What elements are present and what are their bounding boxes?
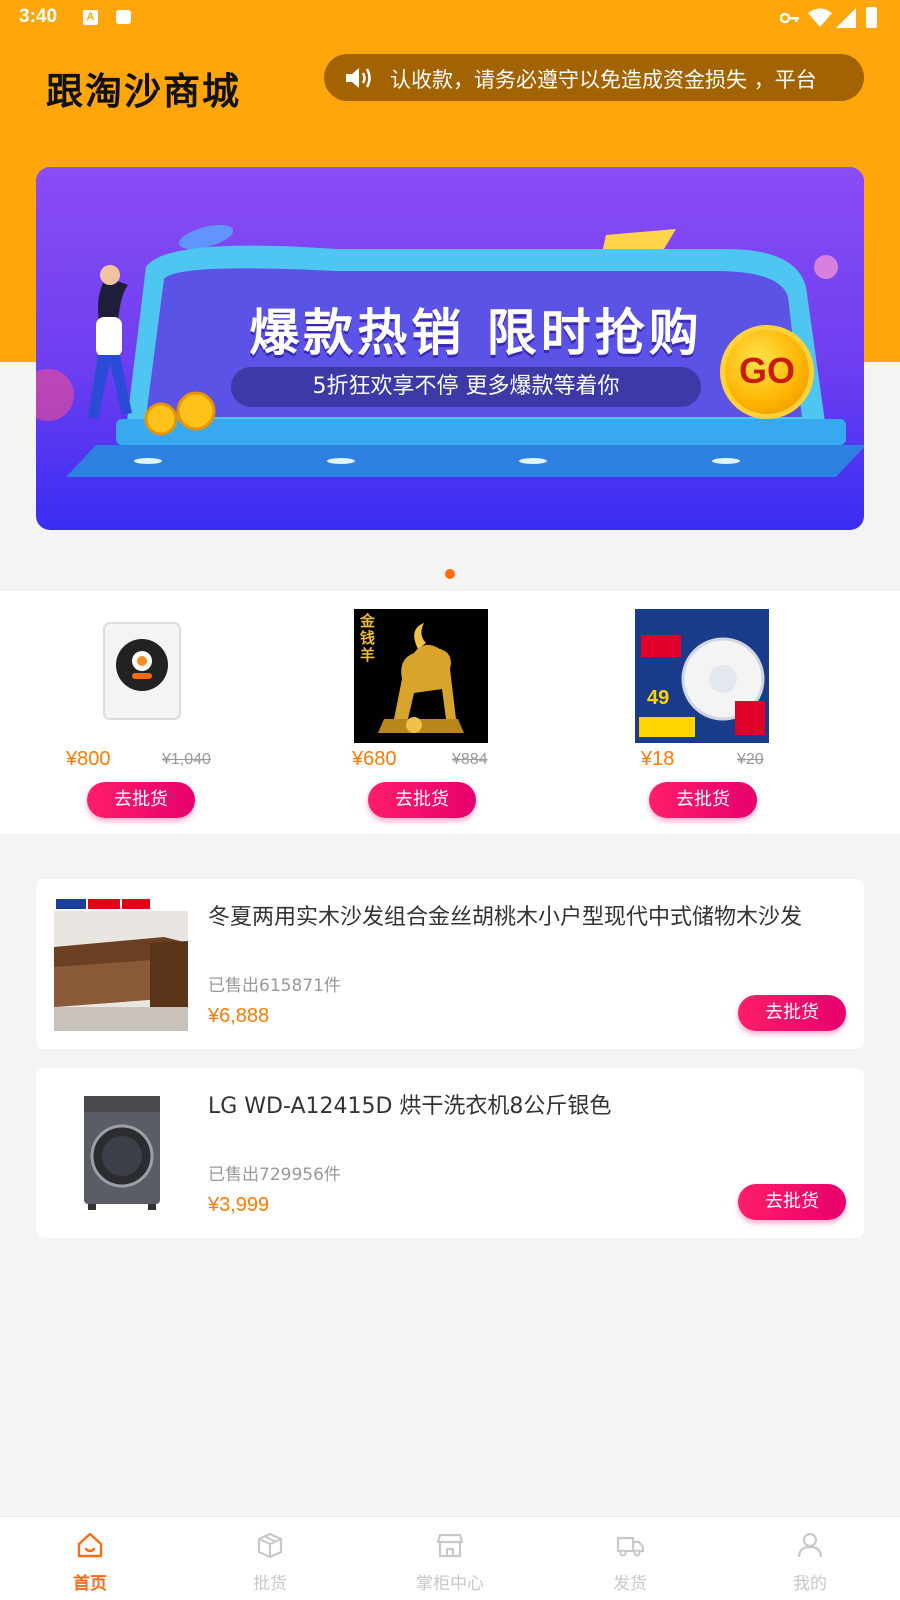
speaker-icon <box>346 68 371 88</box>
gold-goat-icon: 金钱羊 <box>354 609 488 743</box>
wholesale-button[interactable]: 去批货 <box>87 782 195 818</box>
banner-go-button[interactable]: GO <box>720 325 814 419</box>
truck-icon <box>616 1536 644 1557</box>
featured-price: ¥800 <box>66 748 111 770</box>
status-bar: 3:40 A <box>0 0 900 36</box>
user-icon <box>797 1532 823 1558</box>
featured-item[interactable]: ¥800 ¥1,040 去批货 <box>0 591 300 834</box>
battery-icon <box>866 7 877 28</box>
logo-text: 跟淘沙商城 <box>46 70 241 113</box>
tab-label: 发货 <box>613 1574 647 1594</box>
product-title: LG WD-A12415D 烘干洗衣机8公斤银色 <box>208 1094 612 1119</box>
product-sold-count: 已售出615871件 <box>208 976 341 996</box>
featured-original-price: ¥884 <box>452 751 488 768</box>
wholesale-button[interactable]: 去批货 <box>368 782 476 818</box>
box-icon <box>257 1532 283 1559</box>
featured-original-price: ¥1,040 <box>162 751 211 768</box>
featured-products: ¥800 ¥1,040 去批货 金钱羊 ¥680 ¥884 去批货 49 ¥18… <box>0 591 900 834</box>
home-icon <box>77 1532 103 1558</box>
status-time: 3:40 <box>19 6 58 27</box>
promo-banner[interactable]: 爆款热销 限时抢购 5折狂欢享不停 更多爆款等着你 GO <box>36 167 864 530</box>
tab-shopkeeper-center[interactable]: 掌柜中心 <box>360 1517 540 1600</box>
tab-wholesale[interactable]: 批货 <box>180 1517 360 1600</box>
bottom-tab-bar: 首页 批货 掌柜中心 发货 我的 <box>0 1516 900 1600</box>
featured-original-price: ¥20 <box>737 751 764 768</box>
tab-label: 我的 <box>793 1574 827 1594</box>
banner-title: 爆款热销 限时抢购 <box>249 304 703 362</box>
tab-mine[interactable]: 我的 <box>720 1517 900 1600</box>
tab-shipping[interactable]: 发货 <box>540 1517 720 1600</box>
notice-bar[interactable]: 认收款，请务必遵守以免造成资金损失 ，平台 <box>324 54 864 101</box>
wifi-icon <box>808 8 832 27</box>
gold-goat-label: 金钱羊 <box>360 612 376 664</box>
smoke-detector-icon: 49 <box>635 609 769 743</box>
featured-item[interactable]: 金钱羊 ¥680 ¥884 去批货 <box>281 591 581 834</box>
featured-price: ¥680 <box>352 748 397 770</box>
tab-label: 掌柜中心 <box>416 1574 484 1594</box>
product-price: ¥6,888 <box>208 1005 270 1027</box>
wholesale-button[interactable]: 去批货 <box>738 1184 846 1220</box>
notice-text: 认收款，请务必遵守以免造成资金损失 ，平台 <box>390 68 817 92</box>
notification-a-icon: A <box>83 10 98 25</box>
carousel-dot-active[interactable] <box>445 569 455 579</box>
product-card[interactable]: 冬夏两用实木沙发组合金丝胡桃木小户型现代中式储物木沙发 已售出615871件 ¥… <box>36 879 864 1049</box>
water-heater-icon <box>103 622 181 720</box>
featured-item[interactable]: 49 ¥18 ¥20 去批货 <box>562 591 862 834</box>
wholesale-button[interactable]: 去批货 <box>649 782 757 818</box>
banner-subtitle: 5折狂欢享不停 更多爆款等着你 <box>231 367 701 407</box>
tab-label: 首页 <box>73 1574 107 1594</box>
signal-icon <box>836 8 856 28</box>
product-price: ¥3,999 <box>208 1194 270 1216</box>
vpn-key-icon <box>780 12 799 24</box>
product-card[interactable]: LG WD-A12415D 烘干洗衣机8公斤银色 已售出729956件 ¥3,9… <box>36 1068 864 1238</box>
notification-card-icon <box>116 10 131 24</box>
smoke-detector-label: 49 <box>647 687 670 709</box>
product-title: 冬夏两用实木沙发组合金丝胡桃木小户型现代中式储物木沙发 <box>208 905 803 930</box>
store-icon <box>436 1533 464 1558</box>
product-sold-count: 已售出729956件 <box>208 1165 341 1185</box>
sofa-icon <box>54 897 188 1031</box>
featured-price: ¥18 <box>641 748 675 770</box>
tab-home[interactable]: 首页 <box>0 1517 180 1600</box>
app-logo[interactable]: 跟淘沙商城 <box>46 61 256 113</box>
wholesale-button[interactable]: 去批货 <box>738 995 846 1031</box>
washing-machine-icon <box>54 1086 188 1220</box>
tab-label: 批货 <box>253 1574 287 1594</box>
